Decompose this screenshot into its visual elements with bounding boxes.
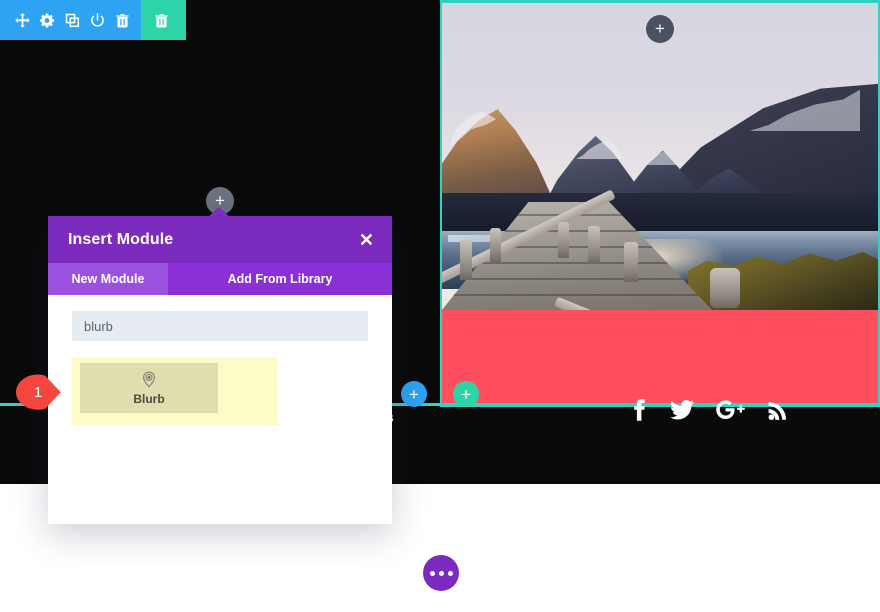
close-icon[interactable]: ✕ — [359, 231, 374, 249]
blurb-icon — [141, 370, 157, 389]
add-row-button-top[interactable]: + — [646, 15, 674, 43]
settings-icon[interactable] — [35, 0, 60, 40]
modal-body: Blurb — [48, 295, 392, 524]
red-color-block — [442, 310, 878, 406]
insert-module-modal: Insert Module ✕ New Module Add From Libr… — [48, 207, 392, 524]
toolbar-primary-group — [0, 0, 141, 40]
module-action-toolbar — [0, 0, 186, 40]
fab-dot-1 — [429, 570, 435, 576]
modal-pointer-notch — [208, 207, 230, 217]
dock-post-2 — [490, 228, 501, 262]
add-section-button-teal[interactable]: + — [453, 381, 479, 407]
screen: ss + + + + — [0, 0, 880, 612]
dock-post-4 — [588, 226, 600, 264]
tab-new-module[interactable]: New Module — [48, 263, 168, 295]
toolbar-delete-group — [141, 0, 186, 40]
modal-header: Insert Module ✕ — [48, 216, 392, 263]
module-card-highlight: Blurb — [72, 357, 278, 425]
hero-image — [442, 3, 878, 310]
builder-options-fab[interactable] — [423, 555, 459, 591]
dock-post-1 — [460, 240, 472, 280]
google-plus-icon[interactable] — [716, 399, 746, 421]
step-number: 1 — [33, 383, 43, 401]
social-follow-row — [628, 398, 788, 422]
delete-icon[interactable] — [110, 0, 135, 40]
fab-dot-2 — [438, 570, 444, 576]
move-icon[interactable] — [10, 0, 35, 40]
rss-icon[interactable] — [768, 399, 788, 421]
dock-post-3 — [558, 222, 569, 258]
add-row-button-blue[interactable]: + — [401, 381, 427, 407]
delete-icon-highlighted[interactable] — [149, 0, 174, 40]
disable-icon[interactable] — [85, 0, 110, 40]
tab-add-from-library[interactable]: Add From Library — [168, 263, 392, 295]
step-annotation-1: 1 — [14, 372, 64, 412]
dock-post-6 — [710, 268, 740, 308]
duplicate-icon[interactable] — [60, 0, 85, 40]
dock-post-5 — [624, 242, 638, 282]
facebook-icon[interactable] — [628, 398, 648, 422]
fab-dot-3 — [447, 570, 453, 576]
right-section — [440, 0, 880, 407]
twitter-icon[interactable] — [670, 399, 694, 421]
module-card-label: Blurb — [133, 391, 165, 406]
search-input[interactable] — [72, 311, 368, 341]
modal-title: Insert Module — [68, 230, 174, 248]
modal-tab-bar: New Module Add From Library — [48, 263, 392, 295]
module-results-grid: Blurb — [72, 357, 368, 425]
module-card-blurb[interactable]: Blurb — [80, 363, 218, 413]
